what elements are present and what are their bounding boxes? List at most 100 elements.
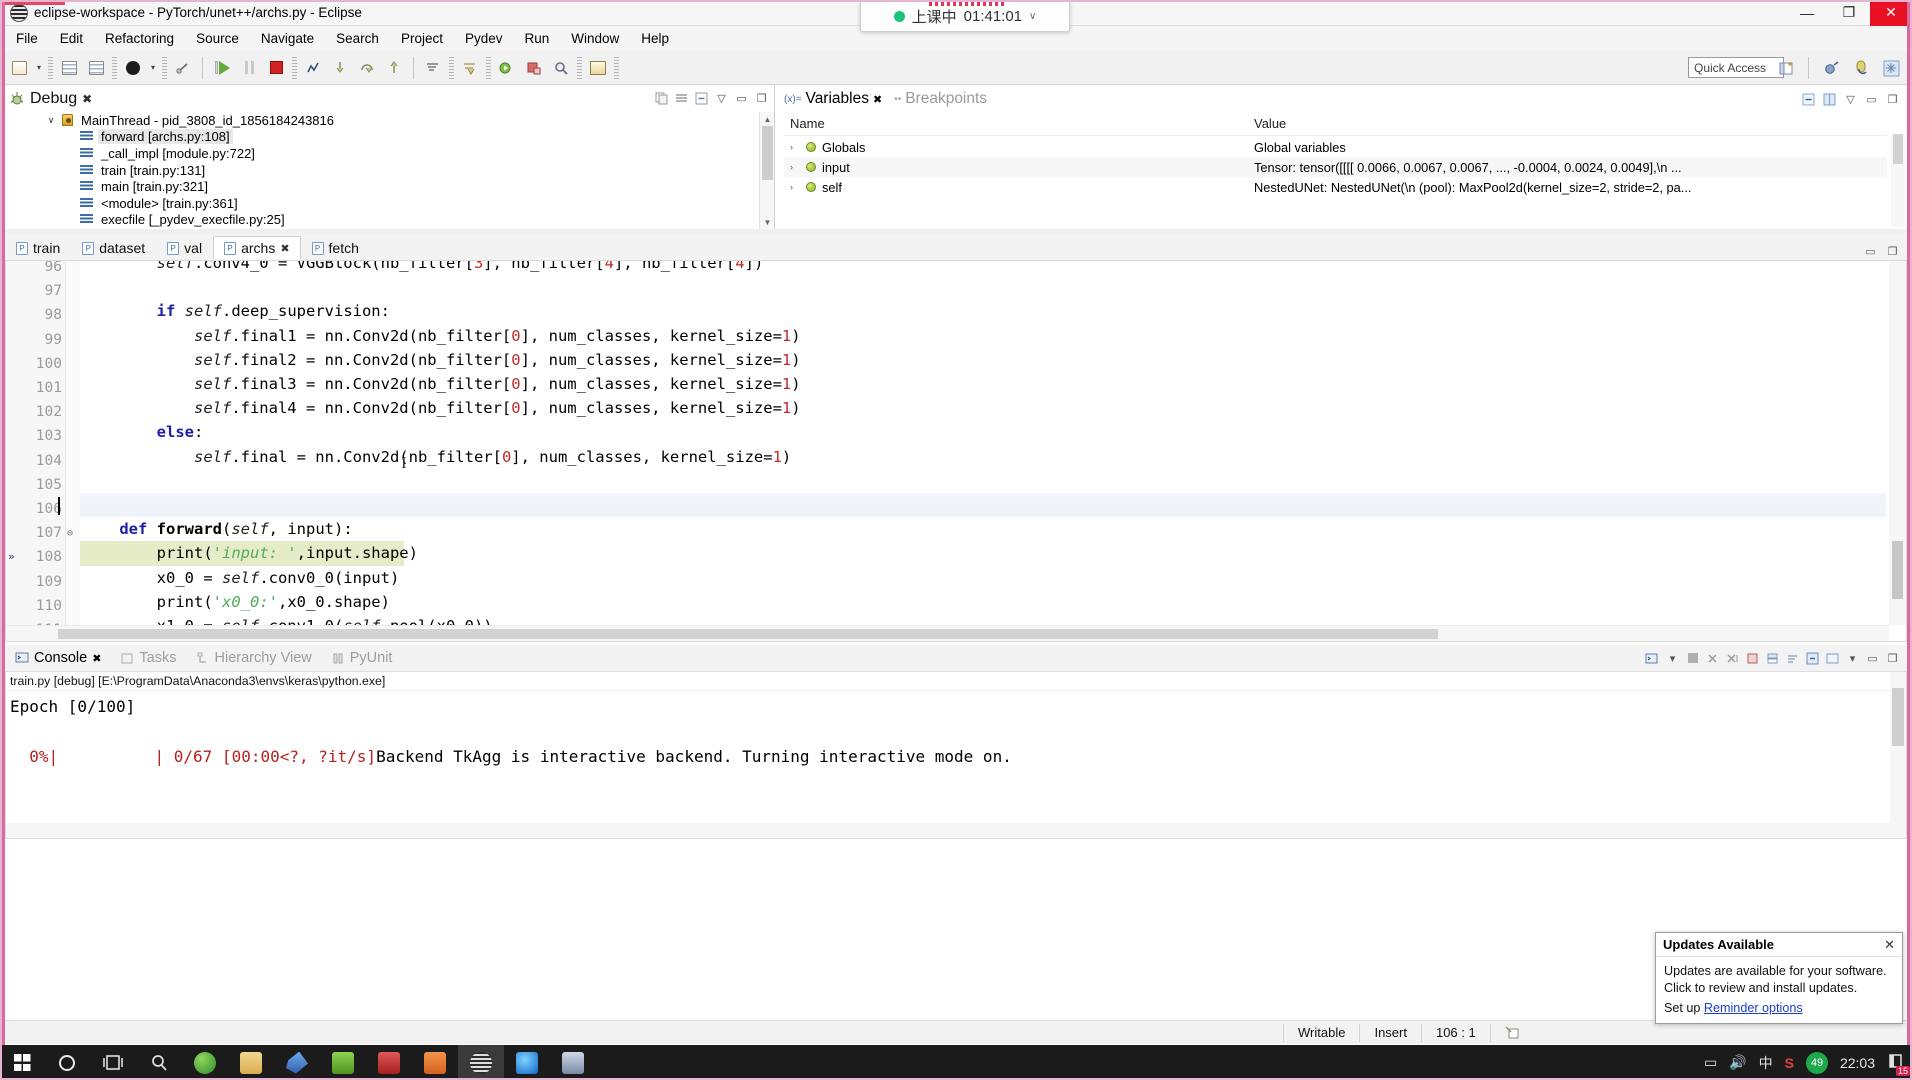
close-icon[interactable]: ✖ [280, 242, 289, 255]
minimize-view-icon[interactable]: ▭ [1864, 650, 1881, 667]
copy-stack-icon[interactable] [653, 90, 670, 107]
variable-name-cell[interactable]: › input [784, 160, 1254, 175]
menu-navigate[interactable]: Navigate [250, 28, 325, 49]
tab-breakpoints[interactable]: •• Breakpoints [894, 90, 987, 108]
debug-stack-frame[interactable]: train [train.py:131] [5, 162, 758, 179]
editor-tab-train[interactable]: Ptrain [5, 236, 71, 260]
chevron-down-icon[interactable]: ∨ [45, 115, 57, 126]
expander-icon[interactable]: › [790, 162, 800, 172]
variable-row[interactable]: › self NestedUNet: NestedUNet(\n (pool): M… [784, 177, 1887, 197]
start-button[interactable] [0, 1045, 44, 1080]
editor-code-line[interactable]: self.final2 = nn.Conv2d(nb_filter[0], nu… [80, 348, 1886, 372]
editor-code-line[interactable]: x0_0 = self.conv0_0(input) [80, 566, 1886, 590]
maximize-view-icon[interactable]: ❐ [1884, 91, 1901, 108]
class-timer-widget[interactable]: 上课中 01:41:01 ∨ [860, 0, 1070, 32]
console-view[interactable]: train.py [debug] [E:\ProgramData\Anacond… [5, 671, 1907, 839]
external-tools-button[interactable] [521, 55, 547, 81]
debug-stack-frame[interactable]: ∨ MainThread - pid_3808_id_1856184243816 [5, 112, 758, 129]
expander-icon[interactable]: › [790, 142, 800, 152]
editor-code-line[interactable]: def forward(self, input): [80, 517, 1886, 541]
debug-button[interactable] [120, 55, 146, 81]
editor-tab-fetch[interactable]: Pfetch [301, 236, 370, 260]
scroll-down-icon[interactable]: ▼ [760, 215, 775, 229]
scroll-lock-icon[interactable] [1764, 650, 1781, 667]
minimize-view-icon[interactable]: ▭ [1862, 243, 1879, 260]
editor-folding-column[interactable] [66, 261, 80, 641]
close-icon[interactable]: ✕ [1884, 937, 1895, 953]
editor-code-line[interactable]: print('input: ',input.shape) [80, 541, 418, 566]
menu-file[interactable]: File [5, 28, 49, 49]
open-console-dropdown-icon[interactable]: ▾ [1844, 650, 1861, 667]
scrollbar-thumb[interactable] [762, 126, 773, 180]
debug-vertical-scrollbar[interactable]: ▲ ▼ [759, 112, 774, 229]
console-vertical-scrollbar[interactable] [1890, 672, 1906, 838]
display-selected-console-icon[interactable] [1644, 650, 1661, 667]
taskbar-app-orange[interactable] [412, 1045, 458, 1080]
step-over-button[interactable] [354, 55, 380, 81]
editor-code-line[interactable] [80, 493, 1886, 518]
taskbar-app-blue[interactable] [504, 1045, 550, 1080]
menu-pydev[interactable]: Pydev [454, 28, 514, 49]
maximize-button[interactable]: ❐ [1828, 0, 1870, 26]
remove-all-launches-icon[interactable] [1724, 650, 1741, 667]
menu-project[interactable]: Project [390, 28, 454, 49]
word-wrap-icon[interactable] [1784, 650, 1801, 667]
editor-code-line[interactable]: self.final4 = nn.Conv2d(nb_filter[0], nu… [80, 396, 1886, 420]
menu-search[interactable]: Search [325, 28, 390, 49]
menu-source[interactable]: Source [185, 28, 250, 49]
tab-variables[interactable]: (x)= Variables ✖ [784, 90, 882, 108]
tab-console[interactable]: Console ✖ [5, 650, 111, 666]
pin-console-icon[interactable] [1804, 650, 1821, 667]
debug-dropdown-icon[interactable]: ▾ [147, 63, 159, 72]
ime-indicator[interactable]: 中 [1759, 1053, 1773, 1073]
editor-code-line[interactable]: print('x0_0:',x0_0.shape) [80, 590, 1886, 614]
debug-stack-frame[interactable]: _call_impl [module.py:722] [5, 145, 758, 162]
menu-refactoring[interactable]: Refactoring [94, 28, 185, 49]
editor-code-line[interactable]: if self.deep_supervision: [80, 299, 1886, 323]
notification-badge[interactable]: 49 [1805, 1051, 1828, 1074]
taskbar-app-explorer[interactable] [228, 1045, 274, 1080]
variable-name-cell[interactable]: › self [784, 180, 1254, 195]
variable-row[interactable]: › input Tensor: tensor([[[[ 0.0066, 0.0067… [784, 157, 1887, 177]
new-button[interactable] [6, 55, 32, 81]
column-header-value[interactable]: Value [1254, 116, 1286, 135]
debug-stack-tree[interactable]: ∨ MainThread - pid_3808_id_1856184243816 f… [5, 112, 758, 229]
editor-tab-val[interactable]: Pval [156, 236, 213, 260]
maximize-view-icon[interactable]: ❐ [753, 90, 770, 107]
console-output[interactable]: Epoch [0/100] 0%| | 0/67 [00:00<?, ?it/s… [10, 694, 1886, 820]
collapse-all-icon[interactable] [1800, 91, 1817, 108]
collapse-all-icon[interactable] [693, 90, 710, 107]
maximize-view-icon[interactable]: ❐ [1884, 243, 1901, 260]
menu-window[interactable]: Window [560, 28, 630, 49]
search-button[interactable] [136, 1045, 182, 1080]
editor-code-line[interactable] [80, 469, 1886, 493]
updates-available-popup[interactable]: Updates Available ✕ Updates are availabl… [1655, 932, 1903, 1024]
cortana-button[interactable] [44, 1045, 90, 1080]
chevron-down-icon[interactable]: ∨ [1029, 11, 1036, 22]
scrollbar-thumb[interactable] [1893, 134, 1903, 164]
editor-vertical-scrollbar[interactable] [1889, 261, 1906, 625]
debug-stack-frame[interactable]: main [train.py:321] [5, 178, 758, 195]
menu-icon[interactable] [673, 90, 690, 107]
step-into-button[interactable] [327, 55, 353, 81]
search-button[interactable] [548, 55, 574, 81]
scrollbar-thumb[interactable] [58, 629, 1438, 639]
variable-row[interactable]: › Globals Global variables [784, 137, 1887, 157]
editor-code-line[interactable]: else: [80, 420, 1886, 444]
close-icon[interactable]: ✖ [873, 93, 882, 106]
column-header-name[interactable]: Name [784, 116, 1254, 135]
save-all-button[interactable] [83, 55, 109, 81]
taskbar-app-foxmail[interactable] [274, 1045, 320, 1080]
editor-tab-dataset[interactable]: Pdataset [71, 236, 156, 260]
scroll-up-icon[interactable]: ▲ [760, 112, 775, 126]
disconnect-button[interactable] [300, 55, 326, 81]
fold-toggle-icon[interactable]: ⊖ [67, 522, 73, 546]
taskbar-app-browser[interactable] [182, 1045, 228, 1080]
terminate-button[interactable] [263, 55, 289, 81]
taskbar-app-eclipse[interactable] [458, 1045, 504, 1080]
perspective-pydev-button[interactable] [1848, 55, 1874, 81]
menu-edit[interactable]: Edit [49, 28, 94, 49]
chevron-down-icon[interactable]: ▾ [1664, 650, 1681, 667]
minimize-button[interactable]: — [1786, 0, 1828, 26]
suspend-button[interactable] [236, 55, 262, 81]
